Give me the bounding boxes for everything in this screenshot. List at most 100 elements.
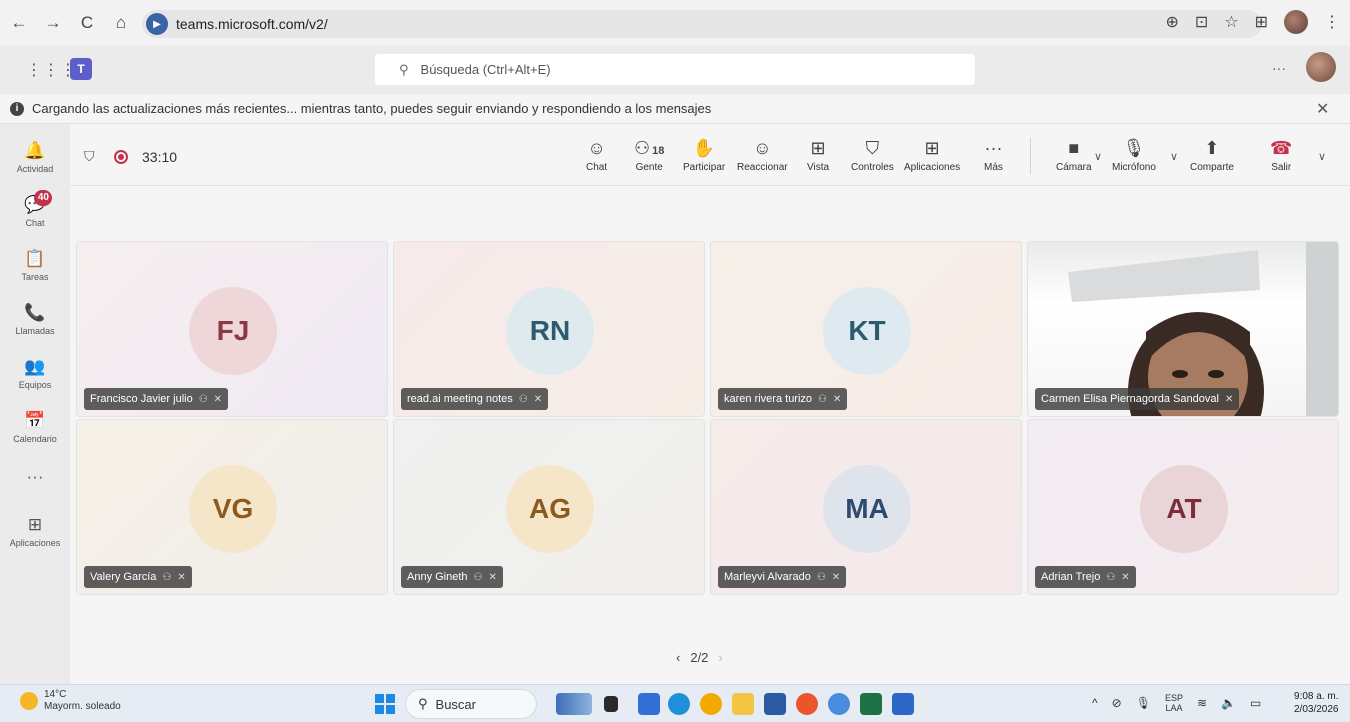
participant-name-tag: Francisco Javier julio ⚇ ✕ xyxy=(84,388,229,410)
weather-condition: Mayorm. soleado xyxy=(44,701,121,712)
profile-avatar[interactable] xyxy=(1284,10,1308,34)
rail-item-tareas[interactable]: 📋 Tareas xyxy=(0,248,70,282)
windows-start-icon[interactable] xyxy=(375,694,395,714)
chevron-up-icon[interactable]: ^ xyxy=(1092,696,1098,710)
user-avatar[interactable] xyxy=(1306,52,1336,82)
participant-tile[interactable]: AG Anny Gineth ⚇ ✕ xyxy=(393,419,705,595)
location-off-icon[interactable]: ⊘ xyxy=(1112,696,1122,710)
cast-icon[interactable]: ⊡ xyxy=(1195,12,1208,32)
chat-bubble-icon: ☺ xyxy=(587,138,606,158)
microphone-button[interactable]: 🎙 Micrófono xyxy=(1112,136,1156,173)
mic-off-icon: ✕ xyxy=(213,393,223,405)
leave-button[interactable]: ☎ Salir xyxy=(1270,136,1292,173)
mic-chevron-down-icon[interactable]: ∨ xyxy=(1170,150,1178,163)
chrome-icon[interactable] xyxy=(700,693,722,715)
people-button[interactable]: ⚇ 18 Gente xyxy=(634,136,664,173)
rail-item-llamadas[interactable]: 📞 Llamadas xyxy=(0,302,70,336)
smiley-icon: ☺ xyxy=(753,138,772,158)
search-icon: ⚲ xyxy=(418,696,428,711)
volume-icon[interactable]: 🔈 xyxy=(1221,696,1236,710)
share-button[interactable]: ⬆ Comparte xyxy=(1190,136,1234,173)
rail-more[interactable]: ··· xyxy=(0,466,70,488)
mic-off-icon: ✕ xyxy=(833,393,842,405)
participant-tile[interactable]: AT Adrian Trejo ⚇ ✕ xyxy=(1027,419,1339,595)
rail-item-actividad[interactable]: 🔔 Actividad xyxy=(0,140,70,174)
url-text: teams.microsoft.com/v2/ xyxy=(176,16,328,32)
taskbar-widget-icon[interactable] xyxy=(556,693,592,715)
system-clock[interactable]: 9:08 a. m. 2/03/2026 xyxy=(1294,690,1339,716)
rail-item-calendario[interactable]: 📅 Calendario xyxy=(0,410,70,444)
participant-tile[interactable]: RN read.ai meeting notes ⚇ ✕ xyxy=(393,241,705,417)
edge-icon[interactable] xyxy=(668,693,690,715)
grid-view-icon: ⊞ xyxy=(810,138,826,158)
taskbar-store-icon[interactable] xyxy=(638,693,660,715)
people-icon: ⚇ xyxy=(518,393,528,405)
rail-item-aplicaciones[interactable]: ⊞ Aplicaciones xyxy=(0,514,70,548)
raise-hand-button[interactable]: ✋ Participar xyxy=(683,136,725,173)
apps-button[interactable]: ⊞ Aplicaciones xyxy=(904,136,960,173)
participant-video-tile[interactable]: Carmen Elisa Piernagorda Sandoval ✕ xyxy=(1027,241,1339,417)
header-more-icon[interactable]: ··· xyxy=(1272,60,1286,76)
chrome-profile-icon[interactable] xyxy=(828,693,850,715)
next-page-icon[interactable]: › xyxy=(718,650,722,665)
back-icon[interactable]: ← xyxy=(4,8,34,38)
participant-name-tag: Anny Gineth ⚇ ✕ xyxy=(401,566,503,588)
excel-icon[interactable] xyxy=(860,693,882,715)
mic-off-icon: ✕ xyxy=(1224,393,1234,405)
weather-widget[interactable]: 14°C Mayorm. soleado xyxy=(20,689,121,713)
store-icon[interactable] xyxy=(764,693,786,715)
gallery-pager: ‹ 2/2 › xyxy=(676,650,723,665)
participant-name-tag: karen rivera turizo ⚇ ✕ xyxy=(718,388,848,410)
microphone-icon[interactable]: 🎙 xyxy=(1136,696,1151,710)
forward-icon[interactable]: → xyxy=(38,8,68,38)
bookmark-star-icon[interactable]: ☆ xyxy=(1224,12,1238,32)
participant-name-tag: Marleyvi Alvarado ⚇ ✕ xyxy=(718,566,847,588)
wifi-icon[interactable]: ≋ xyxy=(1197,696,1207,710)
people-icon: ⚇ xyxy=(198,393,208,405)
close-icon[interactable]: ✕ xyxy=(1316,99,1329,119)
video-stage: FJ Francisco Javier julio ⚇ ✕ RN read.ai… xyxy=(70,186,1350,684)
participant-tile[interactable]: VG Valery García ⚇ ✕ xyxy=(76,419,388,595)
participant-tile[interactable]: FJ Francisco Javier julio ⚇ ✕ xyxy=(76,241,388,417)
participant-avatar: RN xyxy=(506,287,594,375)
system-tray: ^ ⊘ 🎙 ESP LAA ≋ 🔈 ▭ xyxy=(1092,693,1261,713)
camera-button[interactable]: ■ Cámara xyxy=(1056,136,1092,173)
battery-icon[interactable]: ▭ xyxy=(1250,696,1261,710)
mic-off-icon: ✕ xyxy=(831,571,841,583)
toolbar-divider xyxy=(1030,138,1031,174)
leave-chevron-down-icon[interactable]: ∨ xyxy=(1318,150,1326,163)
react-button[interactable]: ☺ Reaccionar xyxy=(737,136,788,173)
tasks-icon: 📋 xyxy=(24,249,46,268)
sun-icon xyxy=(20,692,38,710)
chat-button[interactable]: ☺ Chat xyxy=(586,136,607,173)
participant-tile[interactable]: MA Marleyvi Alvarado ⚇ ✕ xyxy=(710,419,1022,595)
home-icon[interactable]: ⌂ xyxy=(106,8,136,38)
participant-tile[interactable]: KT karen rivera turizo ⚇ ✕ xyxy=(710,241,1022,417)
language-indicator[interactable]: ESP LAA xyxy=(1165,693,1183,713)
rail-item-chat[interactable]: 💬 40 Chat xyxy=(0,190,70,228)
more-button[interactable]: ··· Más xyxy=(984,136,1003,173)
firefox-icon[interactable] xyxy=(796,693,818,715)
app-rail: 🔔 Actividad 💬 40 Chat 📋 Tareas 📞 Llamadas… xyxy=(0,124,70,684)
prev-page-icon[interactable]: ‹ xyxy=(676,650,680,665)
zoom-icon[interactable]: ⊕ xyxy=(1165,12,1178,32)
taskbar-app-icon[interactable] xyxy=(604,696,618,712)
participant-avatar: MA xyxy=(823,465,911,553)
word-icon[interactable] xyxy=(892,693,914,715)
camera-chevron-down-icon[interactable]: ∨ xyxy=(1094,150,1102,163)
search-input[interactable]: ⚲ Búsqueda (Ctrl+Alt+E) xyxy=(375,54,975,85)
rail-item-equipos[interactable]: 👥 Equipos xyxy=(0,356,70,390)
share-icon: ⬆ xyxy=(1204,138,1220,158)
taskbar-search[interactable]: ⚲ Buscar xyxy=(405,689,537,719)
controls-button[interactable]: ⛉ Controles xyxy=(851,136,894,173)
calendar-icon: 📅 xyxy=(24,411,46,430)
browser-menu-icon[interactable]: ⋮ xyxy=(1324,12,1340,32)
site-info-icon[interactable]: ▶ xyxy=(146,13,168,35)
extensions-icon[interactable]: ⊞ xyxy=(1255,12,1268,32)
view-button[interactable]: ⊞ Vista xyxy=(807,136,829,173)
people-icon: ⚇ 18 xyxy=(634,138,665,158)
file-explorer-icon[interactable] xyxy=(732,693,754,715)
address-bar[interactable]: ▶ teams.microsoft.com/v2/ xyxy=(142,10,1262,38)
phone-icon: 📞 xyxy=(24,303,46,322)
reload-icon[interactable]: C xyxy=(72,8,102,38)
